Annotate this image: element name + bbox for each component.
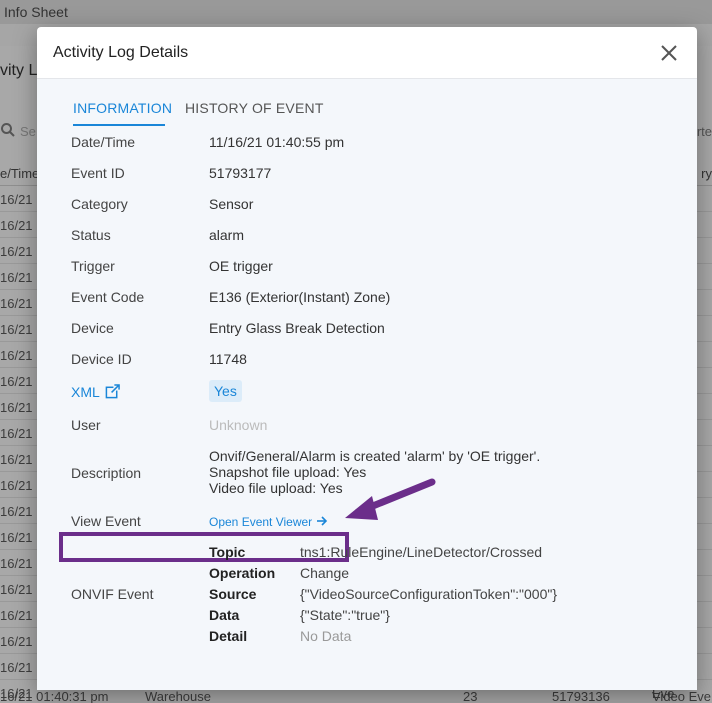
- category-label: Category: [71, 196, 128, 212]
- category-value: Sensor: [209, 196, 254, 212]
- description-label: Description: [71, 465, 142, 481]
- user-label: User: [71, 417, 101, 433]
- device-id-value: 11748: [209, 351, 247, 367]
- datetime-value: 11/16/21 01:40:55 pm: [209, 134, 345, 150]
- onvif-source-key: Source: [209, 586, 257, 602]
- status-value: alarm: [209, 227, 245, 243]
- onvif-topic-key: Topic: [209, 544, 246, 560]
- external-link-icon: [105, 384, 121, 399]
- event-id-label: Event ID: [71, 165, 125, 181]
- device-label: Device: [71, 320, 114, 336]
- row-datetime: 16/21: [0, 218, 33, 233]
- active-tab-indicator: [73, 124, 165, 126]
- activity-log-details-dialog: Activity Log Details INFORMATION HISTORY…: [37, 27, 697, 690]
- close-icon: [661, 45, 677, 61]
- row-datetime: 16/21: [0, 322, 33, 337]
- row-datetime: 16/21: [0, 530, 33, 545]
- row-datetime: 16/21: [0, 582, 33, 597]
- dialog-header: Activity Log Details: [37, 27, 697, 79]
- trigger-value: OE trigger: [209, 258, 273, 274]
- open-event-viewer-label: Open Event Viewer: [209, 515, 313, 529]
- row-datetime: 16/21: [0, 244, 33, 259]
- dialog-body: INFORMATION HISTORY OF EVENT Date/Time 1…: [37, 79, 697, 690]
- row-cell-c5: Video Eve: [652, 689, 712, 703]
- trigger-label: Trigger: [71, 258, 115, 274]
- row-datetime: 16/21: [0, 270, 33, 285]
- search-input[interactable]: Se: [20, 124, 36, 139]
- event-code-label: Event Code: [71, 289, 145, 305]
- tab-information[interactable]: INFORMATION: [73, 100, 172, 116]
- xml-link[interactable]: XML: [71, 384, 121, 400]
- dialog-title: Activity Log Details: [53, 44, 189, 61]
- row-datetime: 16/21: [0, 426, 33, 441]
- row-cell-c3: 23: [463, 689, 478, 703]
- onvif-operation-value: Change: [300, 565, 350, 581]
- row-datetime: 16/21: [0, 504, 33, 519]
- row-cell-c1: 16/21 01:40:31 pm: [0, 689, 109, 703]
- description-value: Onvif/General/Alarm is created 'alarm' b…: [209, 448, 540, 496]
- row-datetime: 16/21: [0, 634, 33, 649]
- onvif-data-key: Data: [209, 607, 240, 623]
- row-datetime: 16/21: [0, 556, 33, 571]
- view-event-label: View Event: [71, 513, 141, 529]
- header-category: ry: [701, 166, 712, 181]
- onvif-topic-value: tns1:RuleEngine/LineDetector/Crossed: [300, 544, 543, 560]
- row-datetime: 16/21: [0, 660, 33, 675]
- xml-available-badge: Yes: [209, 380, 242, 402]
- onvif-source-value: {"VideoSourceConfigurationToken":"000"}: [300, 586, 558, 602]
- row-datetime: 16/21: [0, 348, 33, 363]
- user-value: Unknown: [209, 417, 268, 433]
- arrow-right-icon: [316, 516, 327, 526]
- xml-label: XML: [71, 384, 100, 400]
- onvif-event-label: ONVIF Event: [71, 586, 154, 602]
- device-id-label: Device ID: [71, 351, 132, 367]
- description-line: Snapshot file upload: Yes: [209, 464, 367, 480]
- status-label: Status: [71, 227, 111, 243]
- open-event-viewer-link[interactable]: Open Event Viewer: [209, 515, 328, 529]
- search-icon: [0, 122, 16, 143]
- onvif-detail-key: Detail: [209, 628, 248, 644]
- event-id-value: 51793177: [209, 165, 272, 181]
- header-datetime: e/Time: [0, 166, 40, 181]
- row-datetime: 16/21: [0, 608, 33, 623]
- onvif-operation-key: Operation: [209, 565, 276, 581]
- event-code-value: E136 (Exterior(Instant) Zone): [209, 289, 391, 305]
- page-title: vity L: [0, 62, 38, 79]
- onvif-detail-value: No Data: [300, 628, 352, 644]
- row-cell-c2: Warehouse: [145, 689, 211, 703]
- row-cell-c4: 51793136: [552, 689, 610, 703]
- app-topbar: Info Sheet: [0, 0, 712, 24]
- row-datetime: 16/21: [0, 374, 33, 389]
- close-button[interactable]: [657, 41, 681, 65]
- topbar-title: Info Sheet: [4, 4, 68, 20]
- row-datetime: 16/21: [0, 452, 33, 467]
- row-datetime: 16/21: [0, 478, 33, 493]
- row-datetime: 16/21: [0, 400, 33, 415]
- description-line: Video file upload: Yes: [209, 480, 343, 496]
- datetime-label: Date/Time: [71, 134, 136, 150]
- onvif-data-value: {"State":"true"}: [300, 607, 390, 623]
- row-datetime: 16/21: [0, 192, 33, 207]
- tab-history-of-event[interactable]: HISTORY OF EVENT: [185, 100, 324, 116]
- row-datetime: 16/21: [0, 296, 33, 311]
- description-line: Onvif/General/Alarm is created 'alarm' b…: [209, 448, 541, 464]
- device-value: Entry Glass Break Detection: [209, 320, 385, 336]
- sort-label: rte: [696, 124, 712, 139]
